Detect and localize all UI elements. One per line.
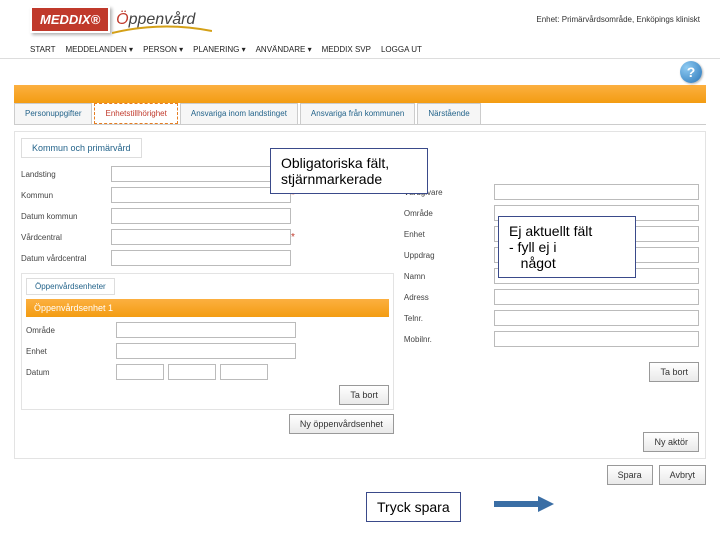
input-datum-vardcentral[interactable] [111,250,291,266]
label-vardcentral: Vårdcentral [21,233,111,242]
arrow-icon [494,496,554,512]
annotation-mandatory: Obligatoriska fält, stjärnmarkerade [270,148,428,194]
input-mobilnr[interactable] [494,331,699,347]
label-adress: Adress [404,293,494,302]
label-datum-kommun: Datum kommun [21,212,111,221]
logo: MEDDIX® Öppenvård [30,6,195,33]
label-kommun: Kommun [21,191,111,200]
label-uppdrag: Uppdrag [404,251,494,260]
required-star: * [291,232,301,243]
accent-bar [14,85,706,103]
input-datum-kommun[interactable] [111,208,291,224]
brand-subtitle: Öppenvård [116,11,195,29]
select-ov-omrade[interactable] [116,322,296,338]
input-telnr[interactable] [494,310,699,326]
select-ov-enhet[interactable] [116,343,296,359]
app-header: MEDDIX® Öppenvård Enhet: Primärvårdsområ… [0,0,720,35]
user-context: Enhet: Primärvårdsområde, Enköpings klin… [536,15,700,24]
label-ov-datum: Datum [26,368,116,377]
tab-ansvariga-landstinget[interactable]: Ansvariga inom landstinget [180,103,298,124]
footer-buttons: Spara Avbryt [14,465,706,485]
tabort-button[interactable]: Ta bort [339,385,389,405]
menu-meddix-svp[interactable]: MEDDIX SVP [322,45,371,54]
select-vardcentral[interactable] [111,229,291,245]
input-ov-date-1[interactable] [116,364,164,380]
input-adress[interactable] [494,289,699,305]
brand-badge: MEDDIX® [30,6,110,33]
menu-anvandare[interactable]: ANVÄNDARE ▾ [256,45,312,54]
label-telnr: Telnr. [404,314,494,323]
openvard-title: Öppenvårdsenheter [26,278,115,295]
tab-ansvariga-kommunen[interactable]: Ansvariga från kommunen [300,103,415,124]
logo-swoosh-icon [112,25,212,35]
tabort-aktor-button[interactable]: Ta bort [649,362,699,382]
input-ov-date-2[interactable] [168,364,216,380]
avbryt-button[interactable]: Avbryt [659,465,706,485]
label-enhet: Enhet [404,230,494,239]
menu-start[interactable]: START [30,45,55,54]
label-ov-enhet: Enhet [26,347,116,356]
label-namn: Namn [404,272,494,281]
input-vardgivare[interactable] [494,184,699,200]
input-ov-date-3[interactable] [220,364,268,380]
menu-person[interactable]: PERSON ▾ [143,45,183,54]
label-landsting: Landsting [21,170,111,179]
help-row: ? [0,59,720,85]
tabstrip: Personuppgifter Enhetstillhörighet Ansva… [14,103,706,125]
tab-narstaende[interactable]: Närstående [417,103,480,124]
label-mobilnr: Mobilnr. [404,335,494,344]
menu-meddelanden[interactable]: MEDDELANDEN ▾ [65,45,133,54]
select-landsting[interactable] [111,166,291,182]
menu-loggaut[interactable]: LOGGA UT [381,45,422,54]
openvard-unit-header: Öppenvårdsenhet 1 [26,299,389,317]
select-kommun[interactable] [111,187,291,203]
section-kommun-title: Kommun och primärvård [21,138,142,158]
help-icon[interactable]: ? [680,61,702,83]
openvard-section: Öppenvårdsenheter Öppenvårdsenhet 1 Områ… [21,273,394,410]
left-column: Landsting * Kommun * Datum kommun Vårdce… [21,162,394,452]
tab-personuppgifter[interactable]: Personuppgifter [14,103,92,124]
menu-planering[interactable]: PLANERING ▾ [193,45,245,54]
right-column: Vårdgivare Område Enhet Uppdrag Namn Adr… [394,162,699,452]
tab-enhetstillhorighet[interactable]: Enhetstillhörighet [94,103,177,124]
ny-aktor-button[interactable]: Ny aktör [643,432,699,452]
label-datum-vardcentral: Datum vårdcentral [21,254,111,263]
label-omrade: Område [404,209,494,218]
annotation-tryck-spara: Tryck spara [366,492,461,522]
spara-button[interactable]: Spara [607,465,653,485]
main-menu: START MEDDELANDEN ▾ PERSON ▾ PLANERING ▾… [0,41,720,59]
label-ov-omrade: Område [26,326,116,335]
ny-openvardsenhet-button[interactable]: Ny öppenvårdsenhet [289,414,394,434]
annotation-not-current: Ej aktuellt fält - fyll ej i något [498,216,636,278]
